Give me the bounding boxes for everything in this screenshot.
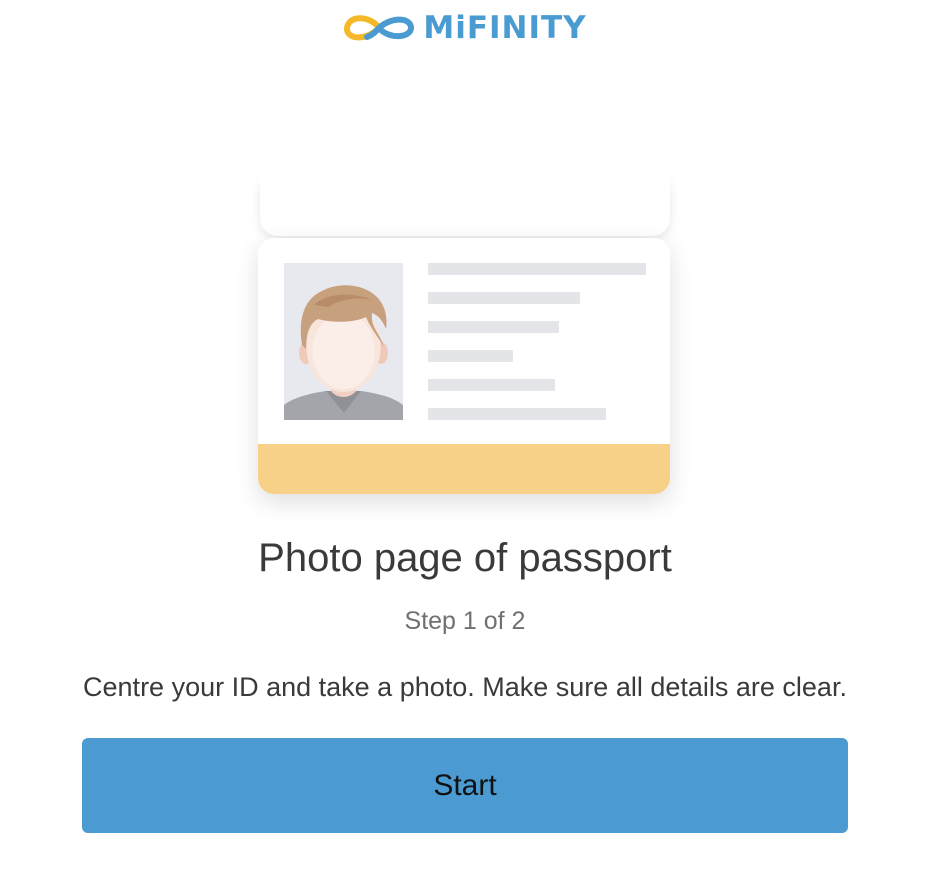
brand-logo: MiFINITY <box>0 8 930 48</box>
passport-photo-page-icon <box>252 166 678 500</box>
detail-line-3 <box>428 321 559 333</box>
detail-line-1 <box>428 263 646 275</box>
passport-capture-screen: MiFINITY Photo page of passport Step 1 o… <box>0 0 952 894</box>
passport-portrait <box>284 263 403 420</box>
passport-mrz-band <box>258 444 670 494</box>
detail-line-5 <box>428 379 555 391</box>
detail-line-6 <box>428 408 606 420</box>
passport-photo-page <box>258 238 670 494</box>
page-title: Photo page of passport <box>258 536 672 580</box>
person-avatar-icon <box>284 263 403 420</box>
brand-name: MiFINITY <box>423 10 587 46</box>
infinity-logo-icon <box>344 15 415 41</box>
start-button[interactable]: Start <box>82 738 848 833</box>
step-indicator: Step 1 of 2 <box>404 607 526 635</box>
detail-line-4 <box>428 350 513 362</box>
detail-line-2 <box>428 292 580 304</box>
instructions-text: Centre your ID and take a photo. Make su… <box>83 672 847 702</box>
passport-back-page-fade <box>252 166 678 196</box>
